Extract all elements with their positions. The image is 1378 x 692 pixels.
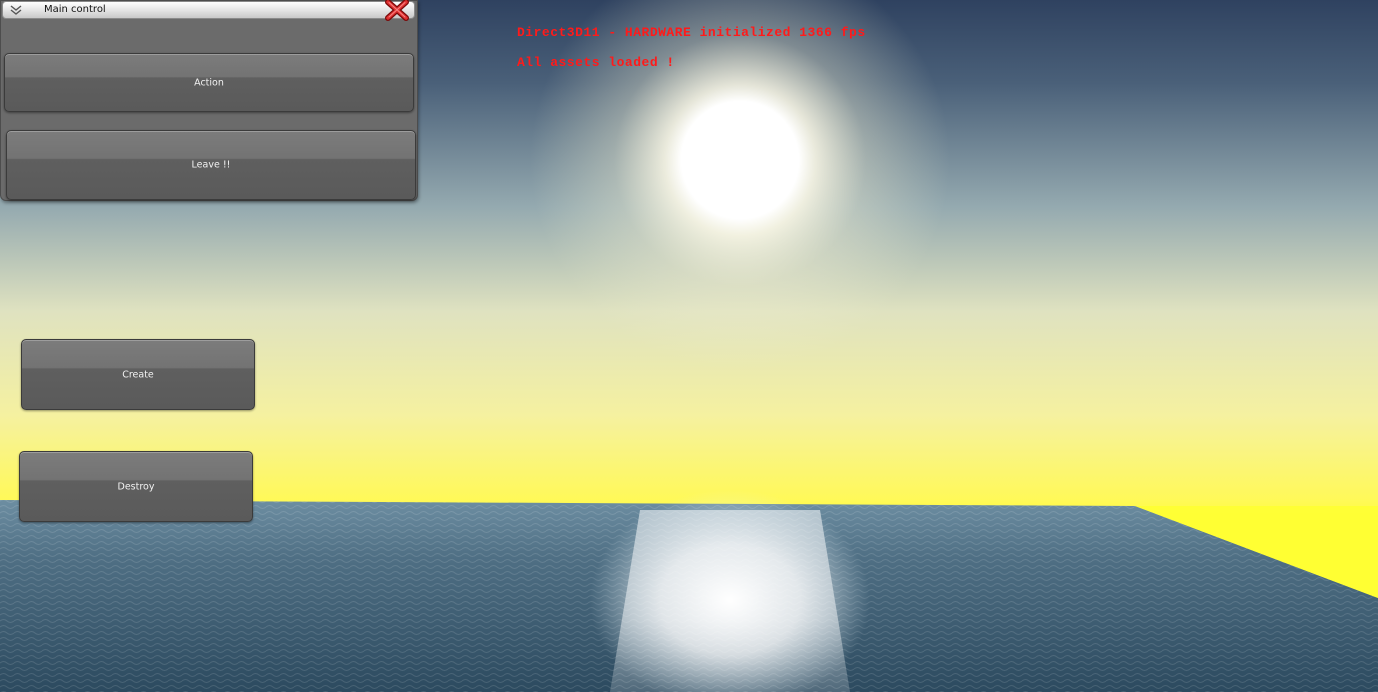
create-button-label: Create [122,369,154,380]
action-button[interactable]: Action [4,53,414,112]
action-button-label: Action [194,77,224,88]
leave-button[interactable]: Leave !! [6,130,416,200]
chevron-down-icon[interactable] [10,5,22,15]
assets-status-text: All assets loaded ! [517,55,675,70]
destroy-button[interactable]: Destroy [19,451,253,522]
window-title: Main control [44,4,106,15]
window-titlebar[interactable]: Main control [2,1,415,19]
render-status-text: Direct3D11 - HARDWARE initialized 1366 f… [517,25,866,40]
close-x-icon[interactable] [385,0,409,21]
create-button[interactable]: Create [21,339,255,410]
main-control-window: Main control Action Leave !! [0,0,418,201]
leave-button-label: Leave !! [191,159,231,171]
destroy-button-label: Destroy [117,481,155,492]
